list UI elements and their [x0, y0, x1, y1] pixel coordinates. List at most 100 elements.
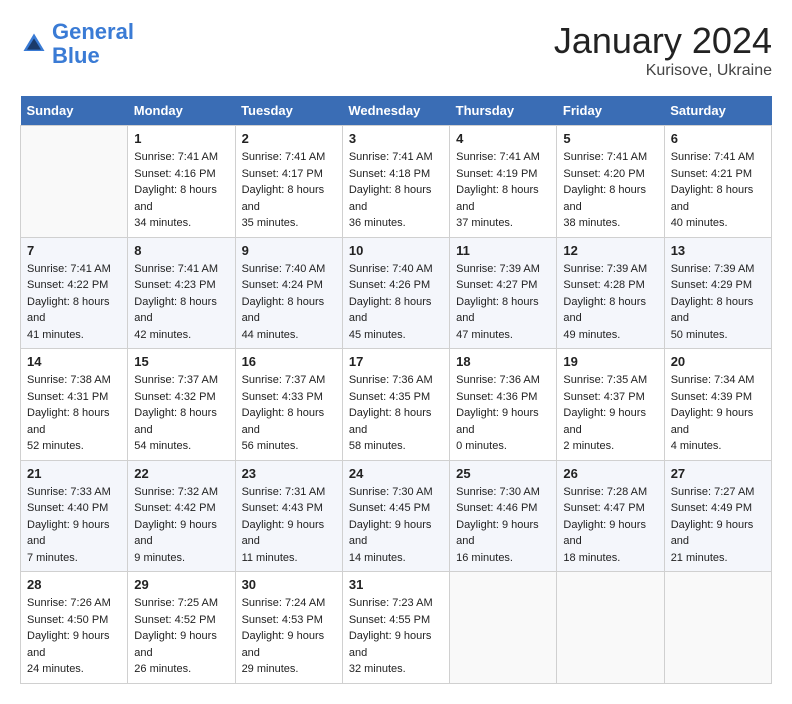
weekday-header-thursday: Thursday: [450, 96, 557, 126]
day-detail: Sunrise: 7:38 AMSunset: 4:31 PMDaylight:…: [27, 372, 121, 455]
day-detail: Sunrise: 7:40 AMSunset: 4:26 PMDaylight:…: [349, 261, 443, 344]
calendar-cell: 26 Sunrise: 7:28 AMSunset: 4:47 PMDaylig…: [557, 460, 664, 572]
calendar-cell: 19 Sunrise: 7:35 AMSunset: 4:37 PMDaylig…: [557, 349, 664, 461]
day-detail: Sunrise: 7:34 AMSunset: 4:39 PMDaylight:…: [671, 372, 765, 455]
calendar-week-row: 14 Sunrise: 7:38 AMSunset: 4:31 PMDaylig…: [21, 349, 772, 461]
day-number: 23: [242, 466, 336, 481]
month-year-title: January 2024: [554, 20, 772, 62]
weekday-header-friday: Friday: [557, 96, 664, 126]
calendar-cell: 14 Sunrise: 7:38 AMSunset: 4:31 PMDaylig…: [21, 349, 128, 461]
calendar-cell: 7 Sunrise: 7:41 AMSunset: 4:22 PMDayligh…: [21, 237, 128, 349]
calendar-cell: 29 Sunrise: 7:25 AMSunset: 4:52 PMDaylig…: [128, 572, 235, 684]
location-subtitle: Kurisove, Ukraine: [554, 62, 772, 80]
day-number: 28: [27, 577, 121, 592]
calendar-cell: 22 Sunrise: 7:32 AMSunset: 4:42 PMDaylig…: [128, 460, 235, 572]
calendar-cell: 18 Sunrise: 7:36 AMSunset: 4:36 PMDaylig…: [450, 349, 557, 461]
day-detail: Sunrise: 7:28 AMSunset: 4:47 PMDaylight:…: [563, 484, 657, 567]
logo: General Blue: [20, 20, 134, 68]
day-detail: Sunrise: 7:30 AMSunset: 4:46 PMDaylight:…: [456, 484, 550, 567]
calendar-cell: 25 Sunrise: 7:30 AMSunset: 4:46 PMDaylig…: [450, 460, 557, 572]
calendar-cell: [450, 572, 557, 684]
day-detail: Sunrise: 7:41 AMSunset: 4:18 PMDaylight:…: [349, 149, 443, 232]
day-detail: Sunrise: 7:23 AMSunset: 4:55 PMDaylight:…: [349, 595, 443, 678]
day-number: 22: [134, 466, 228, 481]
calendar-cell: 3 Sunrise: 7:41 AMSunset: 4:18 PMDayligh…: [342, 126, 449, 238]
day-detail: Sunrise: 7:39 AMSunset: 4:29 PMDaylight:…: [671, 261, 765, 344]
weekday-header-monday: Monday: [128, 96, 235, 126]
day-number: 15: [134, 354, 228, 369]
day-number: 30: [242, 577, 336, 592]
day-detail: Sunrise: 7:32 AMSunset: 4:42 PMDaylight:…: [134, 484, 228, 567]
calendar-cell: 8 Sunrise: 7:41 AMSunset: 4:23 PMDayligh…: [128, 237, 235, 349]
logo-line1: General: [52, 19, 134, 44]
day-number: 24: [349, 466, 443, 481]
calendar-cell: 4 Sunrise: 7:41 AMSunset: 4:19 PMDayligh…: [450, 126, 557, 238]
day-number: 5: [563, 131, 657, 146]
calendar-cell: 2 Sunrise: 7:41 AMSunset: 4:17 PMDayligh…: [235, 126, 342, 238]
calendar-cell: 17 Sunrise: 7:36 AMSunset: 4:35 PMDaylig…: [342, 349, 449, 461]
weekday-header-tuesday: Tuesday: [235, 96, 342, 126]
day-number: 9: [242, 243, 336, 258]
calendar-cell: [21, 126, 128, 238]
day-detail: Sunrise: 7:30 AMSunset: 4:45 PMDaylight:…: [349, 484, 443, 567]
day-number: 7: [27, 243, 121, 258]
calendar-cell: 16 Sunrise: 7:37 AMSunset: 4:33 PMDaylig…: [235, 349, 342, 461]
day-detail: Sunrise: 7:37 AMSunset: 4:33 PMDaylight:…: [242, 372, 336, 455]
day-number: 13: [671, 243, 765, 258]
day-detail: Sunrise: 7:40 AMSunset: 4:24 PMDaylight:…: [242, 261, 336, 344]
calendar-week-row: 21 Sunrise: 7:33 AMSunset: 4:40 PMDaylig…: [21, 460, 772, 572]
day-detail: Sunrise: 7:41 AMSunset: 4:16 PMDaylight:…: [134, 149, 228, 232]
calendar-cell: 6 Sunrise: 7:41 AMSunset: 4:21 PMDayligh…: [664, 126, 771, 238]
day-detail: Sunrise: 7:35 AMSunset: 4:37 PMDaylight:…: [563, 372, 657, 455]
calendar-table: SundayMondayTuesdayWednesdayThursdayFrid…: [20, 96, 772, 684]
calendar-week-row: 7 Sunrise: 7:41 AMSunset: 4:22 PMDayligh…: [21, 237, 772, 349]
calendar-cell: 12 Sunrise: 7:39 AMSunset: 4:28 PMDaylig…: [557, 237, 664, 349]
day-number: 18: [456, 354, 550, 369]
day-number: 20: [671, 354, 765, 369]
day-number: 1: [134, 131, 228, 146]
day-number: 10: [349, 243, 443, 258]
day-detail: Sunrise: 7:41 AMSunset: 4:17 PMDaylight:…: [242, 149, 336, 232]
day-number: 31: [349, 577, 443, 592]
weekday-header-sunday: Sunday: [21, 96, 128, 126]
day-detail: Sunrise: 7:37 AMSunset: 4:32 PMDaylight:…: [134, 372, 228, 455]
day-detail: Sunrise: 7:27 AMSunset: 4:49 PMDaylight:…: [671, 484, 765, 567]
calendar-cell: 30 Sunrise: 7:24 AMSunset: 4:53 PMDaylig…: [235, 572, 342, 684]
day-number: 11: [456, 243, 550, 258]
day-number: 26: [563, 466, 657, 481]
calendar-cell: 20 Sunrise: 7:34 AMSunset: 4:39 PMDaylig…: [664, 349, 771, 461]
logo-line2: Blue: [52, 43, 100, 68]
day-number: 29: [134, 577, 228, 592]
calendar-cell: 31 Sunrise: 7:23 AMSunset: 4:55 PMDaylig…: [342, 572, 449, 684]
calendar-cell: 5 Sunrise: 7:41 AMSunset: 4:20 PMDayligh…: [557, 126, 664, 238]
day-number: 21: [27, 466, 121, 481]
day-number: 16: [242, 354, 336, 369]
day-detail: Sunrise: 7:41 AMSunset: 4:19 PMDaylight:…: [456, 149, 550, 232]
day-number: 27: [671, 466, 765, 481]
day-number: 19: [563, 354, 657, 369]
day-number: 12: [563, 243, 657, 258]
day-number: 17: [349, 354, 443, 369]
calendar-cell: 27 Sunrise: 7:27 AMSunset: 4:49 PMDaylig…: [664, 460, 771, 572]
calendar-cell: 1 Sunrise: 7:41 AMSunset: 4:16 PMDayligh…: [128, 126, 235, 238]
day-number: 25: [456, 466, 550, 481]
day-detail: Sunrise: 7:41 AMSunset: 4:21 PMDaylight:…: [671, 149, 765, 232]
calendar-cell: 9 Sunrise: 7:40 AMSunset: 4:24 PMDayligh…: [235, 237, 342, 349]
day-detail: Sunrise: 7:41 AMSunset: 4:22 PMDaylight:…: [27, 261, 121, 344]
weekday-header-wednesday: Wednesday: [342, 96, 449, 126]
day-number: 6: [671, 131, 765, 146]
page-header: General Blue January 2024 Kurisove, Ukra…: [20, 20, 772, 80]
calendar-cell: 13 Sunrise: 7:39 AMSunset: 4:29 PMDaylig…: [664, 237, 771, 349]
day-detail: Sunrise: 7:24 AMSunset: 4:53 PMDaylight:…: [242, 595, 336, 678]
calendar-cell: 23 Sunrise: 7:31 AMSunset: 4:43 PMDaylig…: [235, 460, 342, 572]
logo-icon: [20, 30, 48, 58]
day-number: 4: [456, 131, 550, 146]
title-block: January 2024 Kurisove, Ukraine: [554, 20, 772, 80]
calendar-cell: 21 Sunrise: 7:33 AMSunset: 4:40 PMDaylig…: [21, 460, 128, 572]
day-detail: Sunrise: 7:31 AMSunset: 4:43 PMDaylight:…: [242, 484, 336, 567]
day-detail: Sunrise: 7:41 AMSunset: 4:23 PMDaylight:…: [134, 261, 228, 344]
day-detail: Sunrise: 7:39 AMSunset: 4:28 PMDaylight:…: [563, 261, 657, 344]
calendar-cell: [557, 572, 664, 684]
calendar-cell: 11 Sunrise: 7:39 AMSunset: 4:27 PMDaylig…: [450, 237, 557, 349]
day-number: 14: [27, 354, 121, 369]
